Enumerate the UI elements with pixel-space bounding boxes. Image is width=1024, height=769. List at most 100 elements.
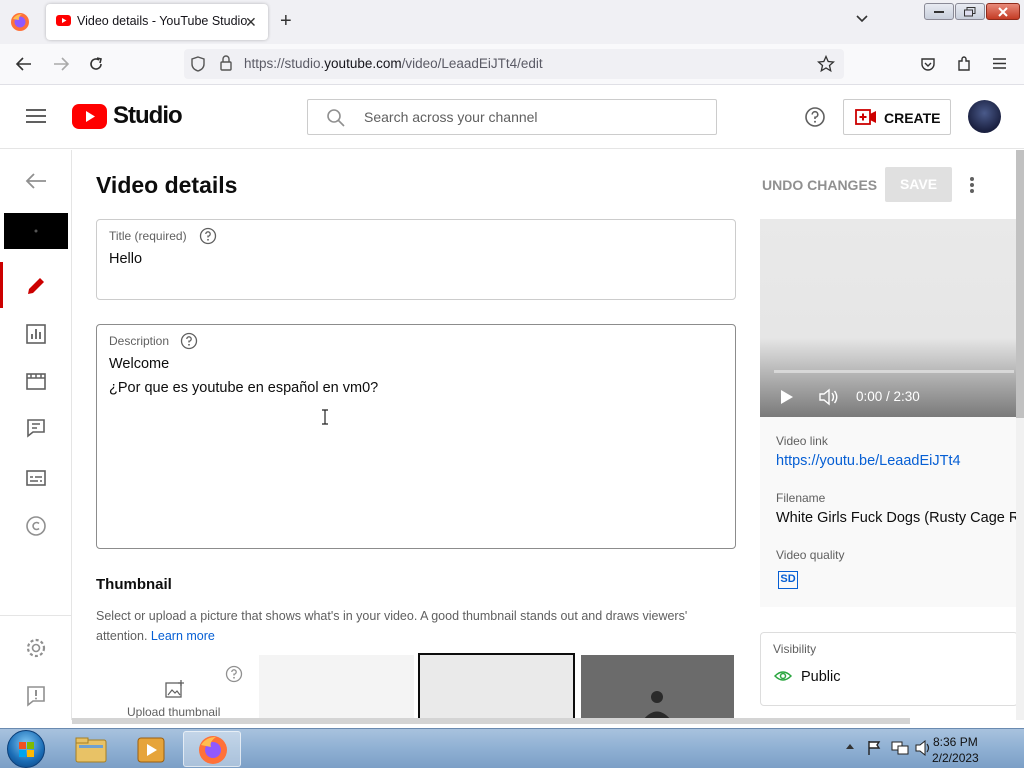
tracking-shield-icon[interactable] [190, 56, 206, 72]
windows-logo-icon [19, 742, 34, 757]
visibility-label: Visibility [773, 642, 817, 656]
more-options-icon[interactable] [968, 176, 976, 194]
description-line[interactable]: ¿Por que es youtube en español en vm0? [109, 380, 378, 396]
reload-icon[interactable] [88, 56, 104, 72]
sidebar-item-details[interactable] [24, 274, 48, 298]
player-progress-bar[interactable] [774, 370, 1014, 373]
forward-icon[interactable] [52, 56, 70, 72]
network-icon[interactable] [891, 740, 909, 756]
title-field[interactable]: Title (required) Hello [96, 219, 736, 300]
search-icon [326, 108, 346, 128]
thumbnail-description: Select or upload a picture that shows wh… [96, 609, 688, 643]
lock-icon[interactable] [219, 55, 233, 72]
browser-tabstrip: Video details - YouTube Studio ✕ + [0, 0, 1024, 44]
studio-logo-text[interactable]: Studio [113, 102, 183, 130]
pencil-icon [28, 278, 44, 294]
tab-list-chevron-icon[interactable] [855, 14, 869, 24]
search-input[interactable]: Search across your channel [307, 99, 717, 135]
sd-quality-badge: SD [778, 571, 798, 589]
firefox-icon [199, 736, 227, 764]
tab-title: Video details - YouTube Studio [77, 14, 248, 28]
sidebar-divider [0, 615, 72, 616]
speaker-icon[interactable] [914, 740, 932, 756]
show-hidden-icons-icon[interactable] [845, 742, 855, 750]
clock-date: 2/2/2023 [932, 751, 979, 765]
back-icon[interactable] [15, 56, 33, 72]
studio-header: Studio Search across your channel CREATE [0, 85, 1024, 149]
address-bar[interactable]: https://studio.youtube.com/video/LeaadEi… [184, 49, 844, 79]
create-video-icon [855, 109, 877, 126]
new-tab-icon[interactable]: + [280, 10, 292, 32]
browser-tab-active[interactable]: Video details - YouTube Studio ✕ [46, 4, 268, 40]
window-controls [924, 3, 1020, 21]
pocket-icon[interactable] [920, 56, 936, 72]
visibility-selector[interactable]: Visibility Public [760, 632, 1018, 706]
upload-thumbnail-button[interactable]: Upload thumbnail [96, 655, 254, 720]
thumbnail-help-icon[interactable] [225, 665, 243, 683]
video-link[interactable]: https://youtu.be/LeaadEiJTt4 [776, 453, 961, 469]
text-cursor-icon [321, 409, 329, 425]
active-indicator [0, 262, 3, 308]
horizontal-scrollbar[interactable] [72, 718, 910, 724]
thumbnail-option[interactable] [581, 655, 734, 720]
video-thumbnail-small[interactable] [4, 213, 68, 249]
extensions-icon[interactable] [956, 55, 973, 72]
video-quality-label: Video quality [776, 548, 845, 562]
back-arrow-icon[interactable] [24, 172, 48, 190]
bookmark-star-icon[interactable] [817, 55, 835, 73]
hamburger-menu-icon[interactable] [26, 108, 46, 124]
taskbar-explorer[interactable] [62, 731, 120, 767]
avatar[interactable] [968, 100, 1001, 133]
sidebar-item-comments[interactable] [24, 417, 48, 439]
thumbnail-heading: Thumbnail [96, 576, 172, 593]
save-button[interactable]: SAVE [885, 167, 952, 202]
volume-icon[interactable] [818, 388, 840, 406]
video-player[interactable]: 0:00 / 2:30 [760, 219, 1016, 417]
description-help-icon[interactable] [180, 332, 198, 350]
scrollbar-thumb[interactable] [1016, 150, 1024, 418]
sidebar-item-editor[interactable] [24, 371, 48, 391]
close-window-icon[interactable] [986, 3, 1020, 20]
title-value[interactable]: Hello [109, 251, 142, 267]
play-icon[interactable] [780, 389, 794, 405]
create-label: CREATE [884, 110, 941, 126]
eye-icon [774, 670, 792, 682]
action-center-flag-icon[interactable] [866, 740, 882, 756]
undo-changes-button[interactable]: UNDO CHANGES [762, 177, 877, 193]
description-label: Description [109, 334, 170, 348]
sidebar-item-analytics[interactable] [24, 323, 48, 345]
visibility-value: Public [801, 669, 841, 685]
settings-gear-icon[interactable] [24, 636, 48, 660]
taskbar-firefox[interactable] [183, 731, 241, 767]
tab-close-icon[interactable]: ✕ [245, 14, 257, 31]
taskbar-media-player[interactable] [122, 731, 180, 767]
comments-icon [27, 419, 45, 438]
copyright-icon [26, 516, 46, 536]
youtube-logo-icon[interactable] [72, 104, 107, 129]
help-icon[interactable] [805, 107, 825, 127]
sidebar-item-subtitles[interactable] [24, 468, 48, 488]
player-time: 0:00 / 2:30 [856, 389, 920, 404]
start-button[interactable] [7, 730, 45, 768]
learn-more-link[interactable]: Learn more [151, 629, 215, 643]
restore-icon[interactable] [955, 3, 985, 20]
title-help-icon[interactable] [199, 227, 217, 245]
description-field[interactable]: Description Welcome ¿Por que es youtube … [96, 324, 736, 549]
clock-time: 8:36 PM [933, 735, 978, 749]
thumbnail-option-selected[interactable] [418, 653, 575, 720]
description-line[interactable]: Welcome [109, 356, 169, 372]
sidebar-item-copyright[interactable] [24, 514, 48, 538]
minimize-icon[interactable] [924, 3, 954, 20]
media-player-icon [137, 737, 165, 763]
send-feedback-icon[interactable] [24, 684, 48, 708]
thumbnail-option[interactable] [259, 655, 414, 720]
title-label: Title (required) [109, 229, 187, 243]
video-info-panel: Video link https://youtu.be/LeaadEiJTt4 … [760, 417, 1016, 607]
firefox-menu-icon[interactable] [10, 12, 30, 32]
film-editor-icon [26, 373, 46, 390]
create-button[interactable]: CREATE [843, 99, 951, 135]
url-text: https://studio.youtube.com/video/LeaadEi… [244, 56, 543, 71]
taskbar-clock[interactable]: 8:36 PM 2/2/2023 [932, 734, 979, 766]
app-menu-icon[interactable] [992, 57, 1007, 70]
youtube-favicon-icon [56, 15, 71, 26]
